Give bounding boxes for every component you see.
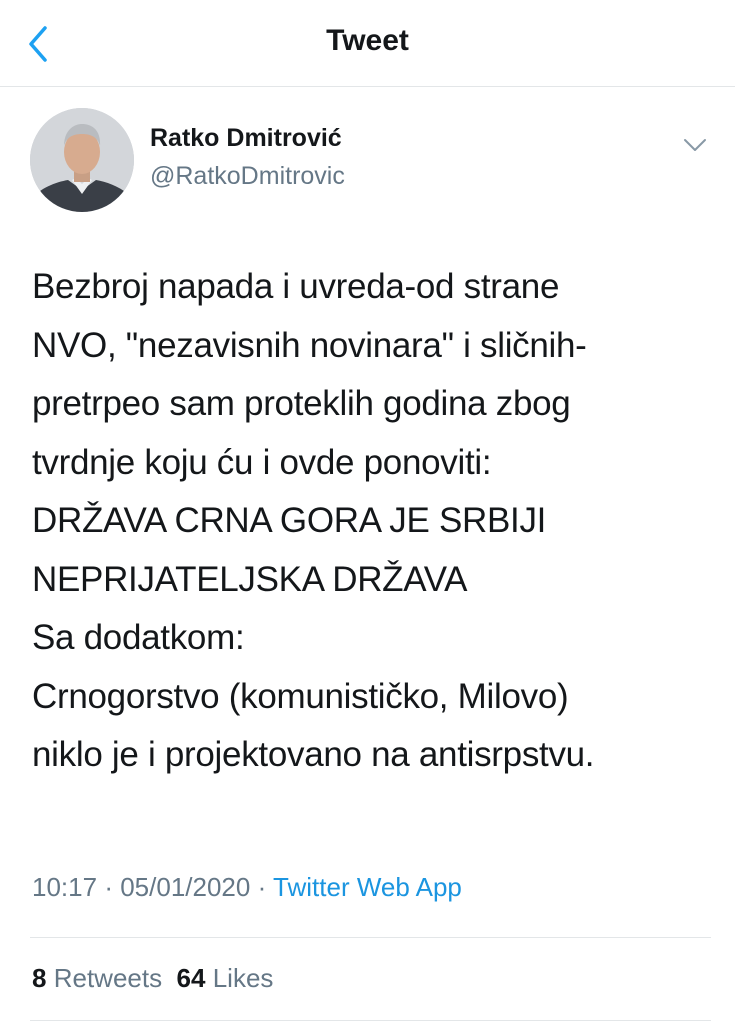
likes-label: Likes xyxy=(212,963,274,993)
tweet-time: 10:17 xyxy=(32,872,98,902)
tweet-text: Bezbroj napada i uvreda-od strane NVO, "… xyxy=(32,258,722,785)
tweet-line: NEPRIJATELJSKA DRŽAVA xyxy=(32,559,468,599)
author-name[interactable]: Ratko Dmitrović xyxy=(150,124,342,153)
tweet-line: pretrpeo sam proteklih godina zbog xyxy=(32,384,571,423)
retweets-link[interactable]: 8 Retweets xyxy=(32,963,162,993)
author-handle[interactable]: @RatkoDmitrovic xyxy=(150,162,345,191)
top-bar: Tweet xyxy=(0,0,735,87)
divider xyxy=(30,1020,711,1021)
likes-link[interactable]: 64 Likes xyxy=(177,963,274,993)
divider xyxy=(30,937,711,938)
tweet-line: niklo je i projektovano na antisrpstvu. xyxy=(32,735,595,774)
tweet-line: Bezbroj napada i uvreda-od strane xyxy=(32,267,560,306)
tweet-line: Sa dodatkom: xyxy=(32,618,245,657)
tweet-menu-button[interactable] xyxy=(682,132,708,158)
meta-separator: · xyxy=(257,872,267,902)
avatar[interactable] xyxy=(30,108,134,212)
tweet-line: NVO, "nezavisnih novinara" i sličnih- xyxy=(32,325,587,365)
tweet-line: tvrdnje koju ću i ovde ponoviti: xyxy=(32,442,492,482)
chevron-down-icon xyxy=(684,139,706,151)
meta-separator: · xyxy=(104,872,113,902)
likes-count: 64 xyxy=(176,963,206,993)
retweets-label: Retweets xyxy=(53,963,163,993)
tweet-date: 05/01/2020 xyxy=(120,872,251,902)
tweet-line: Crnogorstvo (komunističko, Milovo) xyxy=(32,676,569,716)
page-title: Tweet xyxy=(326,24,409,57)
tweet-source-link[interactable]: Twitter Web App xyxy=(273,872,462,902)
tweet-stats: 8 Retweets 64 Likes xyxy=(32,963,273,994)
tweet-meta: 10:17 · 05/01/2020 · Twitter Web App xyxy=(32,872,462,903)
tweet-line: DRŽAVA CRNA GORA JE SRBIJI xyxy=(32,501,547,540)
retweets-count: 8 xyxy=(32,963,47,993)
